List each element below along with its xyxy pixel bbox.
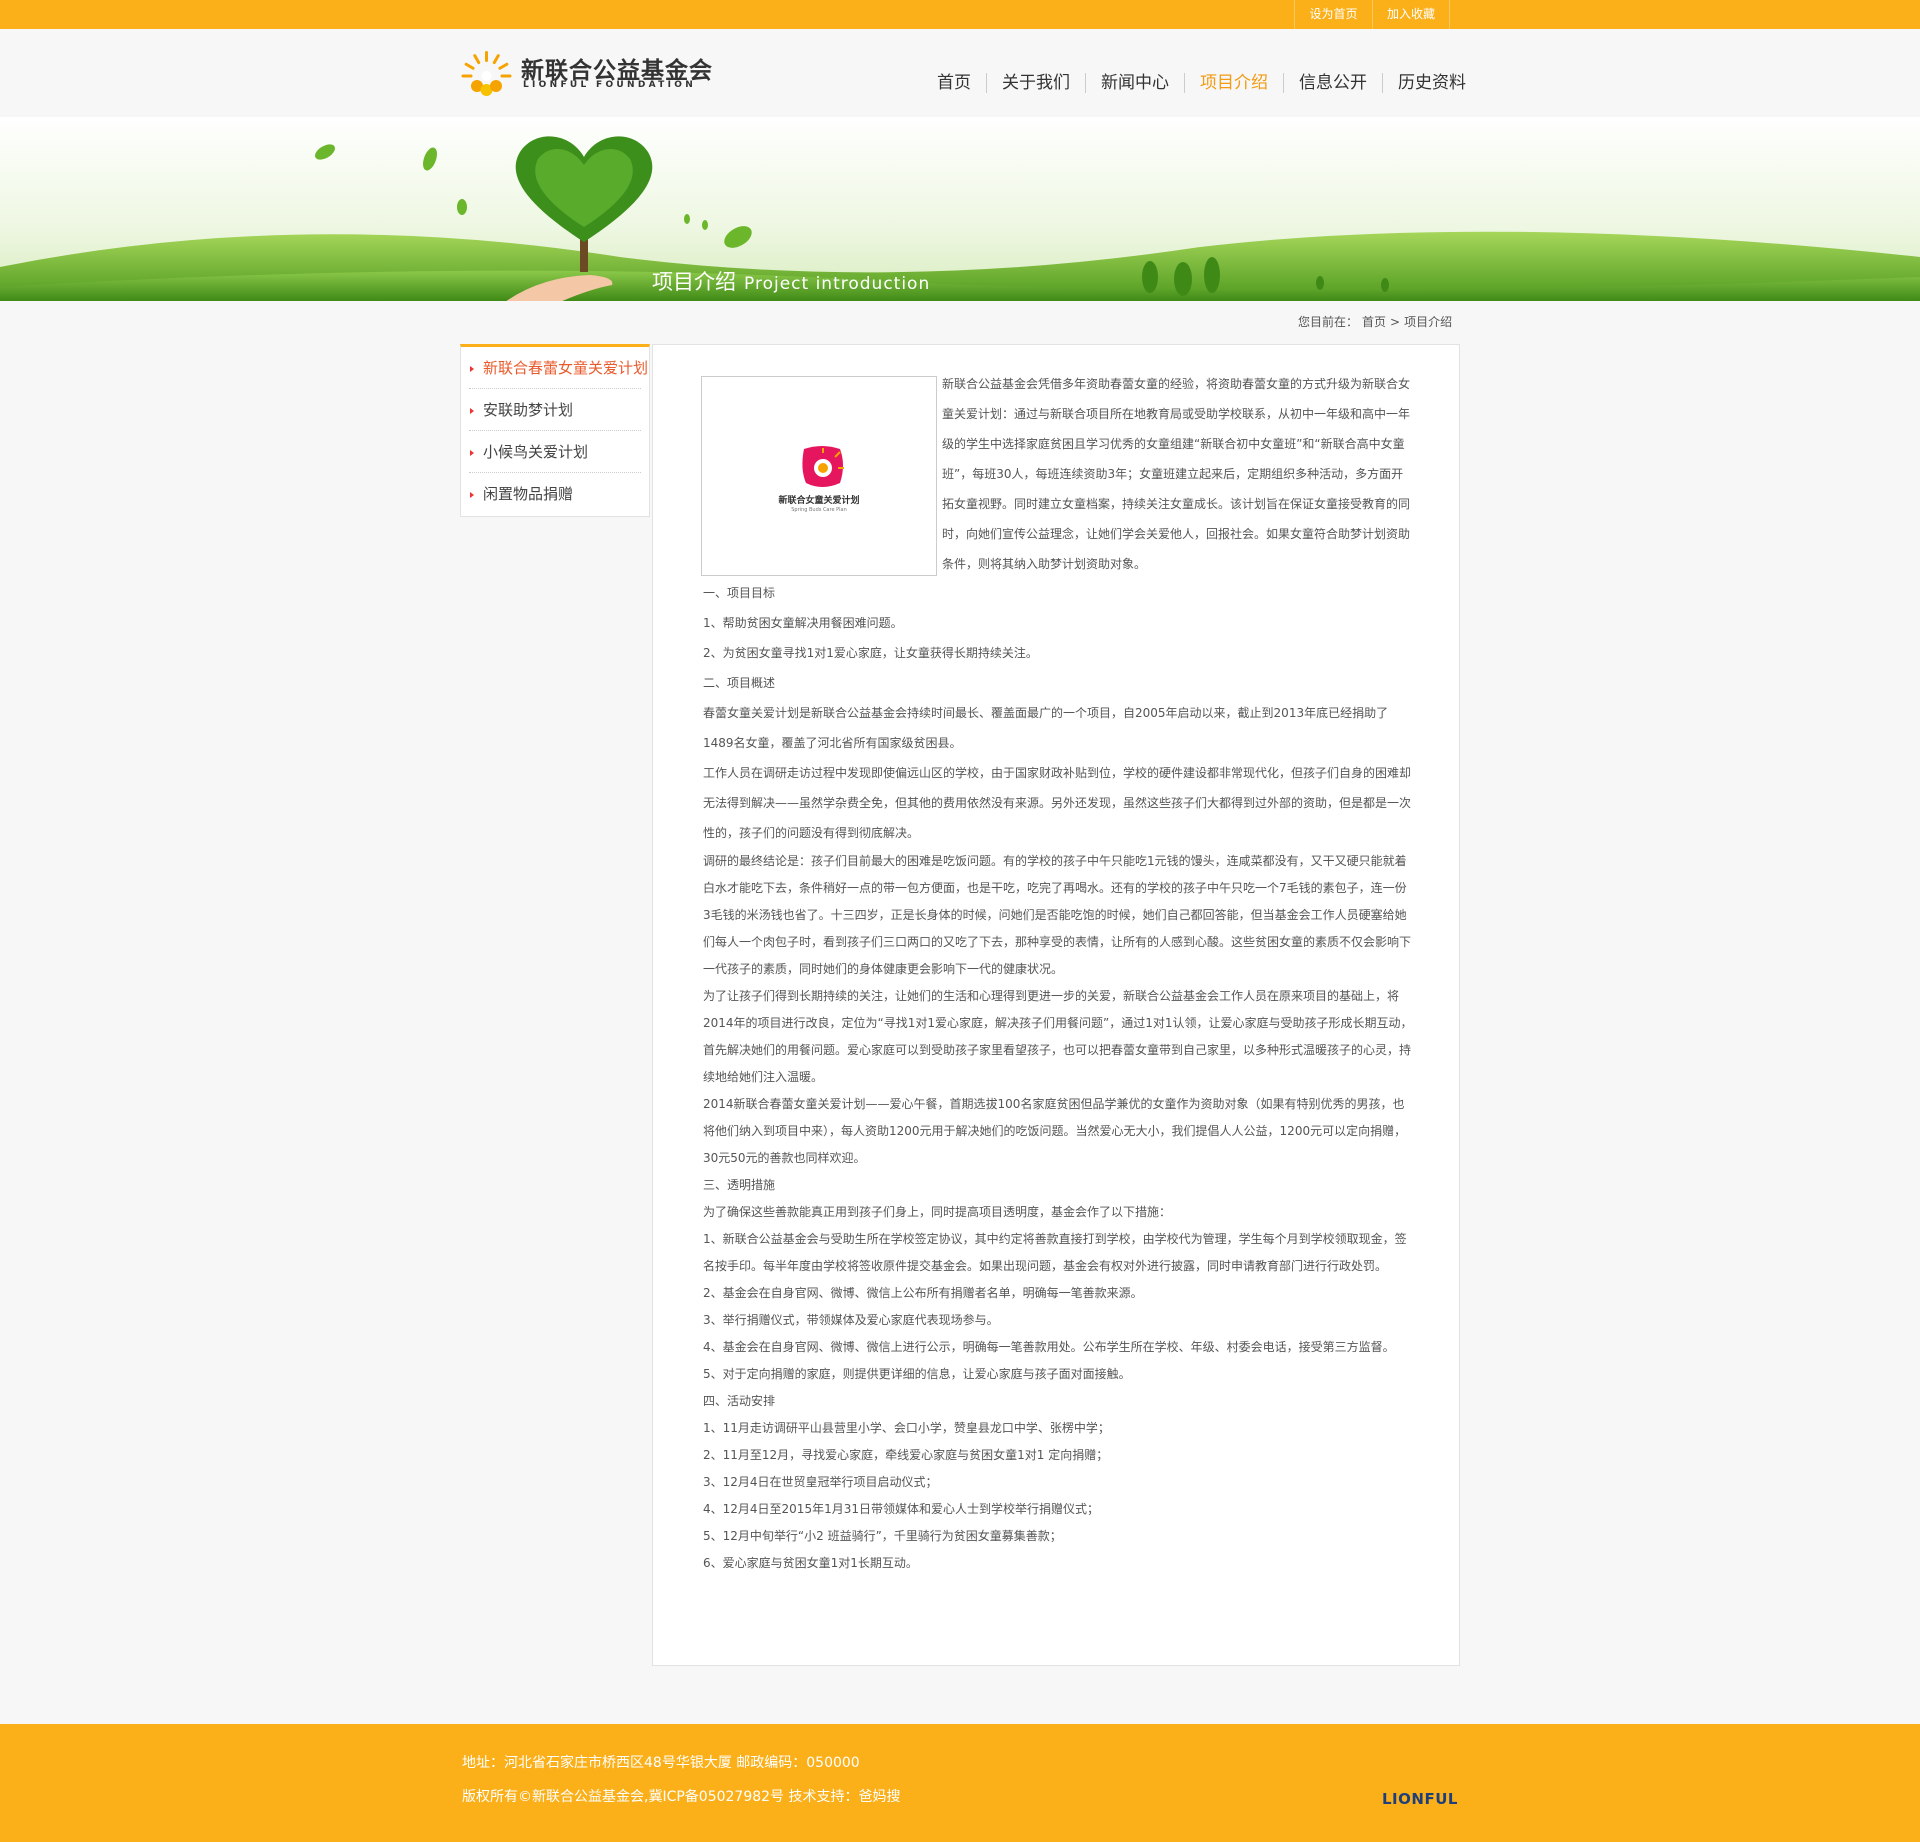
paragraph: 2、基金会在自身官网、微博、微信上公布所有捐赠者名单，明确每一笔善款来源。: [703, 1286, 1143, 1300]
paragraph: 2、11月至12月，寻找爱心家庭，牵线爱心家庭与贫困女童1对1 定向捐赠；: [703, 1448, 1109, 1462]
paragraph: 为了确保这些善款能真正用到孩子们身上，同时提高项目透明度，基金会作了以下措施：: [703, 1205, 1172, 1219]
set-home-link[interactable]: 设为首页: [1294, 0, 1372, 29]
paragraph: 1、帮助贫困女童解决用餐困难问题。: [703, 616, 903, 630]
footer-copyright: 版权所有©新联合公益基金会,冀ICP备05027982号 技术支持：爸妈搜: [462, 1789, 901, 1805]
site-logo[interactable]: 新联合公益基金会 LIONFUL FOUNDATION: [459, 49, 712, 99]
nav-item-news[interactable]: 新闻中心: [1085, 73, 1184, 93]
footer-logo: LIONFUL: [1382, 1790, 1458, 1808]
sidebar-item-allianz-dream[interactable]: 安联助梦计划: [469, 389, 641, 431]
project-image: 新联合女童关爱计划 Spring Buds Care Plan: [701, 376, 937, 576]
paragraph: 调研的最终结论是：孩子们目前最大的困难是吃饭问题。有的学校的孩子中午只能吃1元钱…: [703, 854, 1412, 976]
paragraph: 3、12月4日在世贸皇冠举行项目启动仪式；: [703, 1475, 938, 1489]
paragraph: 5、对于定向捐赠的家庭，则提供更详细的信息，让爱心家庭与孩子面对面接触。: [703, 1367, 1131, 1381]
breadcrumb-home-link[interactable]: 首页: [1362, 315, 1386, 329]
nav-item-about[interactable]: 关于我们: [986, 73, 1085, 93]
paragraph: 1、11月走访调研平山县营里小学、会口小学，赞皇县龙口中学、张楞中学；: [703, 1421, 1110, 1435]
logo-subtitle: LIONFUL FOUNDATION: [523, 80, 697, 90]
top-bar: 设为首页 加入收藏: [0, 0, 1920, 29]
breadcrumb-separator: >: [1390, 315, 1401, 329]
banner-title-cn: 项目介绍: [652, 270, 736, 294]
section-heading: 四、活动安排: [703, 1394, 776, 1408]
main-nav: 首页 关于我们 新闻中心 项目介绍 信息公开 历史资料: [922, 73, 1481, 93]
top-links: 设为首页 加入收藏: [1294, 0, 1450, 29]
project-image-subcaption: Spring Buds Care Plan: [791, 507, 847, 513]
sidebar-item-spring-buds[interactable]: 新联合春蕾女童关爱计划: [469, 347, 648, 389]
banner-illustration: [0, 136, 1920, 301]
project-image-caption: 新联合女童关爱计划: [778, 496, 860, 506]
section-heading: 三、透明措施: [703, 1178, 776, 1192]
header: 新联合公益基金会 LIONFUL FOUNDATION 首页 关于我们 新闻中心…: [0, 29, 1920, 117]
banner-title-en: Project introduction: [744, 274, 931, 294]
paragraph: 6、爱心家庭与贫困女童1对1长期互动。: [703, 1556, 918, 1570]
breadcrumb-prefix: 您目前在：: [1298, 315, 1359, 329]
paragraph: 5、12月中旬举行“小2 班益骑行”，千里骑行为贫困女童募集善款；: [703, 1529, 1062, 1543]
paragraph: 春蕾女童关爱计划是新联合公益基金会持续时间最长、覆盖面最广的一个项目，自2005…: [703, 706, 1389, 750]
sidebar-item-migrant-birds[interactable]: 小候鸟关爱计划: [469, 431, 641, 473]
sidebar: 新联合春蕾女童关爱计划 安联助梦计划 小候鸟关爱计划 闲置物品捐赠: [460, 344, 650, 517]
nav-item-history[interactable]: 历史资料: [1382, 73, 1481, 93]
paragraph: 4、12月4日至2015年1月31日带领媒体和爱心人士到学校举行捐赠仪式；: [703, 1502, 1099, 1516]
footer-address: 地址：河北省石家庄市桥西区48号华银大厦 邮政编码：050000: [462, 1755, 860, 1771]
sun-logo-icon: [461, 51, 512, 96]
article-content: 新联合女童关爱计划 Spring Buds Care Plan 新联合公益基金会…: [652, 344, 1460, 1666]
paragraph: 为了让孩子们得到长期持续的关注，让她们的生活和心理得到更进一步的关爱，新联合公益…: [703, 989, 1413, 1084]
banner-title: 项目介绍 Project introduction: [652, 266, 930, 296]
section-heading: 一、项目目标: [703, 586, 776, 600]
add-favorite-link[interactable]: 加入收藏: [1372, 0, 1450, 29]
article-body: 一、项目目标 1、帮助贫困女童解决用餐困难问题。 2、为贫困女童寻找1对1爱心家…: [703, 578, 1413, 1577]
paragraph: 2、为贫困女童寻找1对1爱心家庭，让女童获得长期持续关注。: [703, 646, 1038, 660]
section-heading: 二、项目概述: [703, 676, 776, 690]
footer: 地址：河北省石家庄市桥西区48号华银大厦 邮政编码：050000 版权所有©新联…: [0, 1724, 1920, 1842]
nav-item-projects[interactable]: 项目介绍: [1184, 73, 1283, 93]
sidebar-item-idle-donation[interactable]: 闲置物品捐赠: [469, 473, 641, 515]
breadcrumb-current: 项目介绍: [1404, 315, 1453, 329]
project-logo-icon: [802, 446, 844, 487]
nav-item-disclosure[interactable]: 信息公开: [1283, 73, 1382, 93]
breadcrumb: 您目前在： 首页 > 项目介绍: [1298, 313, 1456, 330]
paragraph: 工作人员在调研走访过程中发现即使偏远山区的学校，由于国家财政补贴到位，学校的硬件…: [703, 766, 1412, 840]
nav-item-home[interactable]: 首页: [922, 73, 986, 93]
paragraph: 4、基金会在自身官网、微博、微信上进行公示，明确每一笔善款用处。公布学生所在学校…: [703, 1340, 1395, 1354]
intro-paragraph: 新联合公益基金会凭借多年资助春蕾女童的经验，将资助春蕾女童的方式升级为新联合女童…: [942, 377, 1411, 571]
paragraph: 3、举行捐赠仪式，带领媒体及爱心家庭代表现场参与。: [703, 1313, 999, 1327]
banner: 项目介绍 Project introduction: [0, 117, 1920, 301]
paragraph: 1、新联合公益基金会与受助生所在学校签定协议，其中约定将善款直接打到学校，由学校…: [703, 1232, 1407, 1273]
paragraph: 2014新联合春蕾女童关爱计划——爱心午餐，首期选拔100名家庭贫困但品学兼优的…: [703, 1097, 1407, 1165]
